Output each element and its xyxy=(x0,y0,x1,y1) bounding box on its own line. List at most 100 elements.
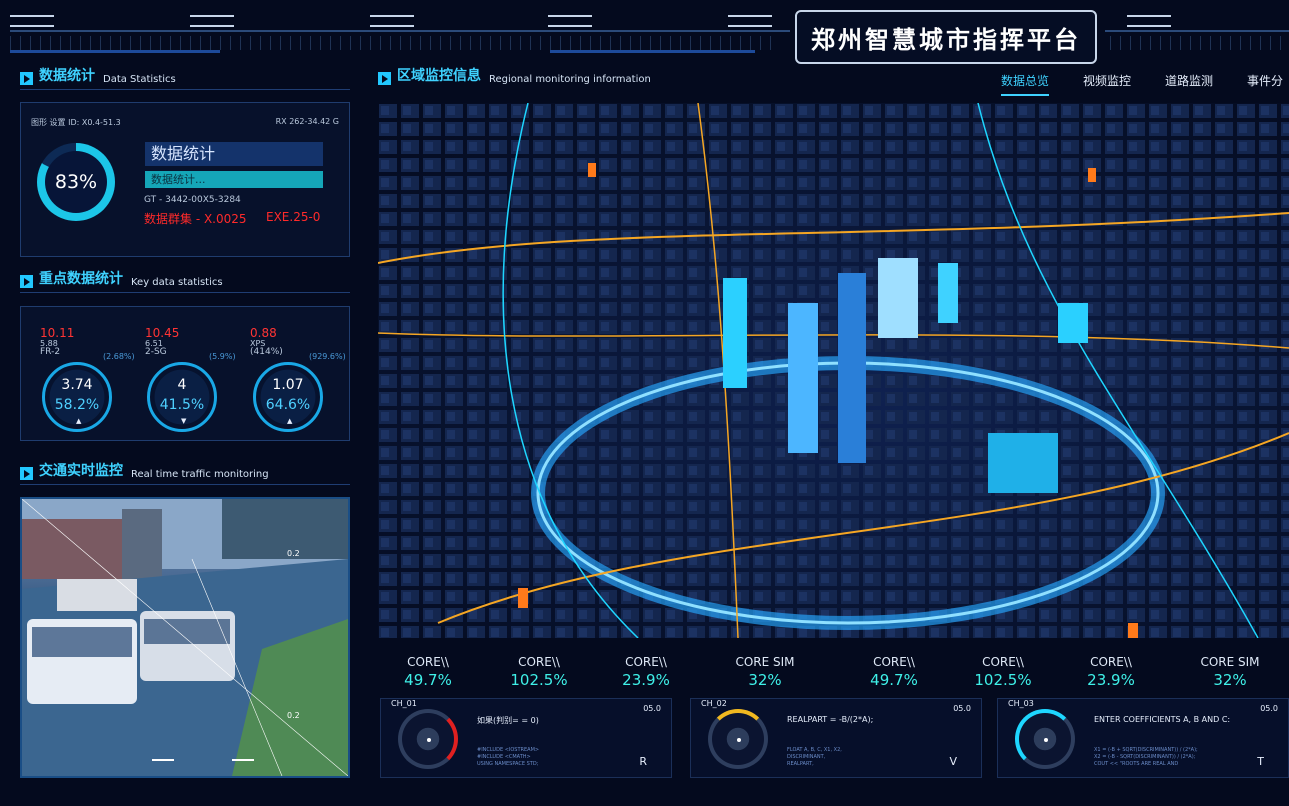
core-value: 49.7% xyxy=(870,671,918,689)
deco-tick xyxy=(1127,15,1171,27)
core-value: 102.5% xyxy=(974,671,1032,689)
detection-label: 0.2 xyxy=(287,711,300,720)
meta-left: 图形 设置 ID: X0.4-51.3 xyxy=(31,118,121,127)
gauge-value: 3.74 xyxy=(61,377,93,393)
card-gauge: 3.74 58.2% ▲ xyxy=(42,362,112,432)
section-title-cn: 交通实时监控 xyxy=(39,463,123,479)
section-title-cn: 数据统计 xyxy=(39,68,95,84)
dial-icon xyxy=(398,709,458,769)
card-top-value: 0.88 xyxy=(250,326,277,340)
gauge-value: 4 xyxy=(177,377,187,393)
core-label: CORE\\ xyxy=(407,655,449,669)
stats-code: GT - 3442-00X5-3284 xyxy=(144,195,241,205)
channel-equation: ENTER COEFFICIENTS A, B AND C: xyxy=(1094,715,1231,724)
stats-exe: EXE.25-0 xyxy=(266,210,321,224)
play-icon xyxy=(20,275,33,288)
channel-label: CH_02 xyxy=(701,699,727,708)
code-line: #INCLUDE <CMATH> xyxy=(477,754,531,760)
traffic-video-feed[interactable]: 0.2 0.2 xyxy=(20,497,350,778)
section-key-data-header: 重点数据统计 Key data statistics xyxy=(20,270,350,293)
card-sub2: (414%) xyxy=(250,347,283,357)
core-value: 102.5% xyxy=(510,671,568,689)
platform-title-box: 郑州智慧城市指挥平台 xyxy=(795,10,1097,64)
core-label: CORE SIM xyxy=(735,655,795,669)
channel-panel[interactable]: CH_03 ENTER COEFFICIENTS A, B AND C: 05.… xyxy=(997,698,1289,778)
channel-equation: REALPART = -B/(2*A); xyxy=(787,715,874,724)
core-stat: CORE\\ 102.5% xyxy=(958,655,1048,689)
meta-right: RX 262-34.42 G xyxy=(275,117,339,126)
card-tag: (929.6%) xyxy=(309,352,346,361)
stats-progress-bar: 数据统计... xyxy=(145,171,323,188)
dial-center xyxy=(427,738,431,742)
accent-line xyxy=(550,50,755,53)
key-data-card: 10.45 6.51 2-SG (5.9%) 4 41.5% ▼ xyxy=(137,322,237,437)
core-stat: CORE\\ 23.9% xyxy=(601,655,691,689)
core-stat: CORE\\ 49.7% xyxy=(383,655,473,689)
platform-title: 郑州智慧城市指挥平台 xyxy=(811,25,1081,54)
key-data-card: 0.88 XPS (414%) (929.6%) 1.07 64.6% ▲ xyxy=(243,322,346,437)
card-sub2: 2-SG xyxy=(145,347,167,357)
core-stat: CORE\\ 102.5% xyxy=(494,655,584,689)
deco-tick xyxy=(728,15,772,27)
traffic-scene xyxy=(22,499,348,776)
card-gauge: 1.07 64.6% ▲ xyxy=(253,362,323,432)
core-label: CORE\\ xyxy=(873,655,915,669)
section-title-en: Real time traffic monitoring xyxy=(131,469,269,480)
dial-icon xyxy=(708,709,768,769)
percent-value: 83% xyxy=(54,171,98,193)
channel-code: X1 = (-B + SQRT(DISCRIMINANT)) / (2*A); … xyxy=(1094,747,1198,768)
accent-line xyxy=(10,50,220,53)
card-tag: (2.68%) xyxy=(103,352,135,361)
channel-code: FLOAT A, B, C, X1, X2, DISCRIMINANT, REA… xyxy=(787,747,842,768)
channel-version: 05.0 xyxy=(643,704,661,713)
stats-cluster: 数据群集 - X.0025 xyxy=(144,212,247,226)
code-line: FLOAT A, B, C, X1, X2, xyxy=(787,747,842,753)
dial-center xyxy=(1044,738,1048,742)
top-ruler-right xyxy=(1110,36,1289,50)
card-tag: (5.9%) xyxy=(209,352,236,361)
core-label: CORE\\ xyxy=(982,655,1024,669)
city-3d-map[interactable] xyxy=(378,103,1289,638)
channel-label: CH_03 xyxy=(1008,699,1034,708)
deco-tick xyxy=(548,15,592,27)
code-line: X1 = (-B + SQRT(DISCRIMINANT)) / (2*A); xyxy=(1094,747,1198,753)
deco-dots xyxy=(1044,3,1064,18)
code-line: USING NAMESPACE STD; xyxy=(477,761,539,767)
tab-road-monitoring[interactable]: 道路监测 xyxy=(1165,72,1213,89)
channel-equation: 如果(判别= = 0) xyxy=(477,716,539,725)
channel-panel[interactable]: CH_01 如果(判别= = 0) 05.0 #INCLUDE <IOSTREA… xyxy=(380,698,672,778)
top-bar: 郑州智慧城市指挥平台 xyxy=(0,0,1289,64)
deco-tick xyxy=(370,15,414,27)
detection-label: 0.2 xyxy=(287,549,300,558)
core-stat: CORE\\ 49.7% xyxy=(849,655,939,689)
core-value: 49.7% xyxy=(404,671,452,689)
gauge-percent: 64.6% xyxy=(265,397,311,413)
tab-data-overview[interactable]: 数据总览 xyxy=(1001,72,1050,96)
top-line xyxy=(10,30,790,32)
dial-icon xyxy=(1015,709,1075,769)
code-line: DISCRIMINANT, xyxy=(787,754,826,760)
dial-center xyxy=(737,738,741,742)
channel-panel[interactable]: CH_02 REALPART = -B/(2*A); 05.0 FLOAT A,… xyxy=(690,698,982,778)
code-line: X2 = (-B - SQRT(DISCRIMINANT)) / (2*A); xyxy=(1094,754,1196,760)
gauge-value: 1.07 xyxy=(272,377,304,393)
section-title-en: Data Statistics xyxy=(103,74,176,85)
tab-video-monitoring[interactable]: 视频监控 xyxy=(1083,72,1131,89)
key-data-card: 10.11 5.88 FR-2 (2.68%) 3.74 58.2% ▲ xyxy=(30,322,135,437)
core-label: CORE\\ xyxy=(625,655,667,669)
core-value: 23.9% xyxy=(1087,671,1135,689)
code-line: REALPART, xyxy=(787,761,814,767)
card-top-value: 10.45 xyxy=(145,326,180,340)
arrow-icon: ▲ xyxy=(287,417,293,425)
deco-tick xyxy=(10,15,54,27)
channel-code: #INCLUDE <IOSTREAM> #INCLUDE <CMATH> USI… xyxy=(477,747,539,768)
tab-event-analysis[interactable]: 事件分 xyxy=(1247,72,1283,89)
core-value: 23.9% xyxy=(622,671,670,689)
card-gauge: 4 41.5% ▼ xyxy=(147,362,217,432)
play-icon xyxy=(20,467,33,480)
core-stat: CORE SIM 32% xyxy=(1185,655,1275,689)
core-label: CORE\\ xyxy=(518,655,560,669)
top-line-right xyxy=(1105,30,1289,32)
section-traffic-header: 交通实时监控 Real time traffic monitoring xyxy=(20,462,350,485)
gauge-percent: 58.2% xyxy=(54,397,100,413)
